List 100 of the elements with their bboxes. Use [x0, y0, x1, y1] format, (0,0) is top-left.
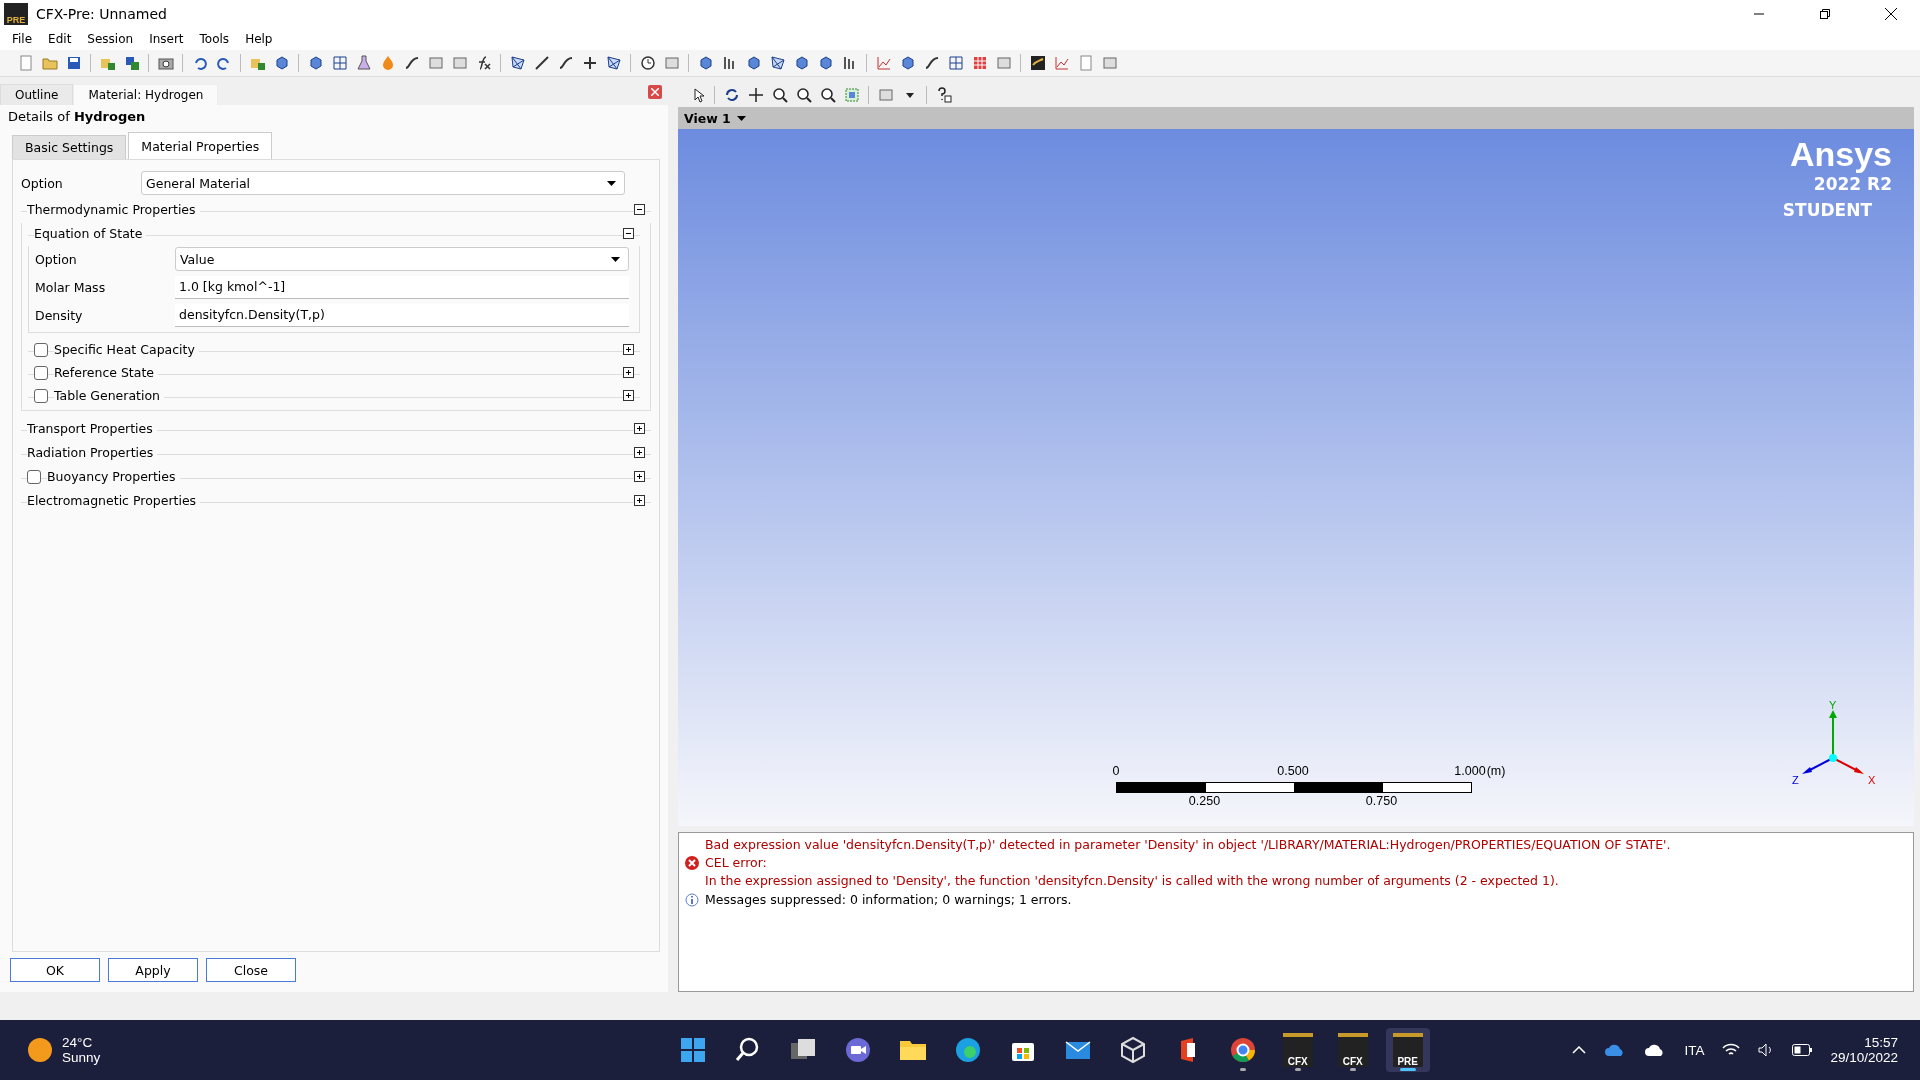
mesh-icon: [769, 55, 786, 71]
expand-icon[interactable]: [623, 367, 634, 378]
tab[interactable]: Outline: [0, 84, 74, 105]
cube-icon: [817, 55, 834, 71]
fit-icon: [843, 87, 860, 103]
view-selector[interactable]: View 1: [684, 110, 746, 126]
field-label: Option: [35, 251, 78, 267]
menu-item[interactable]: Tools: [191, 30, 238, 48]
menu-item[interactable]: File: [4, 30, 41, 48]
mesh-icon: [605, 55, 622, 71]
expand-icon[interactable]: [623, 344, 634, 355]
weather-condition: Sunny: [62, 1050, 101, 1065]
zoom-icon: [771, 87, 788, 103]
app-icon: PRE: [4, 3, 28, 25]
cube-icon: [793, 55, 810, 71]
section-label: Radiation Properties: [27, 445, 158, 460]
cube-icon: [697, 55, 714, 71]
error-icon: [685, 855, 699, 870]
section-label: Specific Heat Capacity: [54, 342, 199, 357]
message-text: In the expression assigned to 'Density', the function 'densityfcn.Density' is called with the wrong number of arguments (2 - expected 1).: [705, 873, 1560, 888]
expand-icon[interactable]: [634, 495, 645, 506]
redo-icon: [215, 55, 232, 71]
expand-icon[interactable]: [634, 471, 645, 482]
page-icon: [17, 55, 34, 71]
curve-icon: [923, 55, 940, 71]
tab[interactable]: Basic Settings: [12, 135, 127, 159]
brand-logo: Ansys: [1789, 135, 1892, 174]
taskbar-app[interactable]: PRE: [1385, 1028, 1430, 1072]
curve-icon: [557, 55, 574, 71]
checkbox[interactable]: [34, 342, 48, 357]
box-icon: [995, 55, 1012, 71]
scale-unit: (m): [1486, 764, 1506, 778]
message-text: Bad expression value 'densityfcn.Density(T,p)' detected in parameter 'Density' in object '/LIBRARY/MATERIAL:Hydrogen/PROPERTIES/EQUATION OF STATE'.: [705, 837, 1671, 852]
grid-icon: [947, 55, 964, 71]
move-icon: [747, 87, 764, 103]
scale-label: 1.000: [1454, 764, 1486, 778]
restore-icon: [1820, 9, 1830, 19]
page-icon: [1077, 55, 1094, 71]
collapse-icon[interactable]: [634, 204, 645, 215]
menu-item[interactable]: Help: [237, 30, 281, 48]
menu-item[interactable]: Session: [79, 30, 142, 48]
section-label: Table Generation: [54, 388, 165, 403]
checkbox[interactable]: [34, 388, 48, 403]
close-button[interactable]: [648, 85, 662, 99]
cube-icon: [899, 55, 916, 71]
section-label: Transport Properties: [27, 421, 157, 436]
chart-icon: [1053, 55, 1070, 71]
info-icon: [685, 892, 699, 907]
collapse-icon[interactable]: [623, 228, 634, 239]
dialog-button[interactable]: OK: [10, 958, 100, 982]
input-field[interactable]: 1.0 [kg kmol^-1]: [175, 275, 629, 299]
language-indicator[interactable]: ITA: [1684, 1042, 1705, 1058]
expand-icon[interactable]: [623, 390, 634, 401]
cube-icon: [307, 55, 324, 71]
close-icon: [651, 88, 659, 96]
checkbox[interactable]: [27, 469, 41, 484]
dropdown[interactable]: Value: [175, 247, 629, 271]
zoom-icon: [795, 87, 812, 103]
dialog-button[interactable]: Close: [206, 958, 296, 982]
chevron-up-icon: [1572, 1046, 1587, 1054]
cube-icon: [745, 55, 762, 71]
zoom-icon: [819, 87, 836, 103]
line-icon: [533, 55, 550, 71]
message-text: CEL error:: [705, 855, 768, 870]
help-icon: [935, 87, 952, 103]
expand-icon[interactable]: [634, 447, 645, 458]
box-icon: [663, 55, 680, 71]
dialog-button[interactable]: Apply: [108, 958, 198, 982]
chart-icon: [875, 55, 892, 71]
checkbox[interactable]: [34, 365, 48, 380]
caret-icon: [736, 115, 746, 121]
viewport[interactable]: Ansys 2022 R2 STUDENT 0 0.500 1.000(m) 0.250 0.750 Y Z X: [678, 129, 1914, 826]
table-icon: [971, 55, 988, 71]
menu-item[interactable]: Edit: [40, 30, 80, 48]
field-label: Density: [35, 307, 84, 323]
camera-icon: [157, 55, 174, 71]
battery-icon: [1792, 1044, 1813, 1056]
wifi-icon: [1722, 1043, 1741, 1057]
weather-icon: [28, 1038, 52, 1062]
input-field[interactable]: densityfcn.Density(T,p): [175, 303, 629, 327]
tab[interactable]: Material Properties: [128, 132, 273, 159]
dropdown[interactable]: General Material: [141, 171, 625, 195]
logo-icon: [1029, 55, 1046, 71]
section-label: Equation of State: [34, 226, 147, 241]
scale-label: 0: [1112, 764, 1120, 778]
tab[interactable]: Material: Hydrogen: [73, 84, 219, 105]
caret-icon: [607, 180, 616, 186]
temperature: 24°C: [62, 1035, 94, 1050]
save-icon: [65, 55, 82, 71]
caret-icon: [611, 256, 620, 262]
folder-icon: [41, 55, 58, 71]
expand-icon[interactable]: [634, 423, 645, 434]
grid-icon: [331, 55, 348, 71]
scale-label: 0.500: [1277, 764, 1309, 778]
mesh-icon: [509, 55, 526, 71]
curve-icon: [403, 55, 420, 71]
menu-item[interactable]: Insert: [141, 30, 192, 48]
scale-label: 0.750: [1365, 794, 1398, 808]
window-title: CFX-Pre: Unnamed: [36, 6, 168, 22]
clock-icon: [639, 55, 656, 71]
